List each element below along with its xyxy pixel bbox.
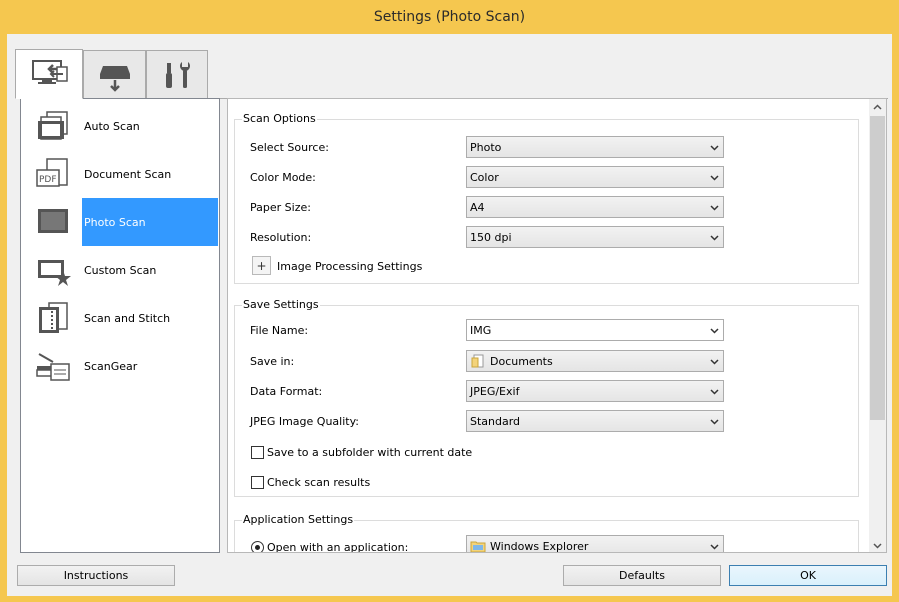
application-settings-group: Application Settings Open with an applic… <box>234 513 859 553</box>
select-source-dropdown[interactable]: Photo <box>466 136 724 158</box>
scanner-arrow-icon <box>99 66 130 92</box>
scroll-up-button[interactable] <box>869 99 886 116</box>
save-in-label: Save in: <box>250 354 295 368</box>
file-name-combo[interactable]: IMG <box>466 319 724 341</box>
subfolder-checkbox[interactable] <box>251 445 264 459</box>
save-in-dropdown[interactable]: Documents <box>466 350 724 372</box>
pdf-document-icon: PDF <box>36 158 68 187</box>
data-format-label: Data Format: <box>250 384 323 398</box>
image-processing-expand-button[interactable]: + <box>252 256 271 275</box>
svg-text:PDF: PDF <box>39 175 57 185</box>
sidebar-item-label: ScanGear <box>84 359 138 373</box>
tab-general-settings[interactable] <box>146 50 208 100</box>
subfolder-checkbox-row[interactable]: Save to a subfolder with current date <box>251 444 472 460</box>
sidebar-item-label: Auto Scan <box>84 119 140 133</box>
save-settings-title: Save Settings <box>242 298 320 311</box>
file-name-label: File Name: <box>250 323 309 337</box>
sidebar-item-custom-scan[interactable]: Custom Scan <box>21 246 219 294</box>
scanner-icon <box>36 353 70 381</box>
instructions-button[interactable]: Instructions <box>17 565 175 586</box>
scroll-down-button[interactable] <box>869 537 886 552</box>
check-results-checkbox-row[interactable]: Check scan results <box>251 474 370 490</box>
folder-icon <box>470 541 486 552</box>
sidebar-item-label: Scan and Stitch <box>84 311 171 325</box>
save-in-value: Documents <box>490 354 553 368</box>
scan-options-title: Scan Options <box>242 112 317 125</box>
paper-size-label: Paper Size: <box>250 200 311 214</box>
auto-scan-icon <box>38 111 68 140</box>
image-processing-label[interactable]: Image Processing Settings <box>277 255 422 277</box>
tab-scan-from-operation-panel[interactable] <box>83 50 146 100</box>
client-area: Auto Scan PDF Document Scan Photo Scan C… <box>7 34 892 596</box>
sidebar-item-scan-and-stitch[interactable]: Scan and Stitch <box>21 294 219 342</box>
color-mode-dropdown[interactable]: Color <box>466 166 724 188</box>
sidebar-item-scangear[interactable]: ScanGear <box>21 342 219 390</box>
resolution-value: 150 dpi <box>470 230 512 244</box>
sidebar-item-label: Photo Scan <box>82 198 218 246</box>
sidebar-item-photo-scan[interactable]: Photo Scan <box>21 198 219 246</box>
resolution-label: Resolution: <box>250 230 312 244</box>
sidebar-item-label: Custom Scan <box>84 263 157 277</box>
scrollbar-thumb[interactable] <box>870 116 885 420</box>
chevron-down-icon <box>710 359 719 365</box>
chevron-down-icon <box>710 175 719 181</box>
vertical-scrollbar[interactable] <box>869 99 886 552</box>
jpeg-quality-dropdown[interactable]: Standard <box>466 410 724 432</box>
documents-folder-icon <box>471 354 484 368</box>
save-settings-group: Save Settings File Name: IMG Save in: Do… <box>234 298 859 497</box>
chevron-up-icon <box>873 104 882 110</box>
paper-size-value: A4 <box>470 200 485 214</box>
ok-button[interactable]: OK <box>729 565 887 586</box>
file-name-value: IMG <box>470 323 492 337</box>
color-mode-label: Color Mode: <box>250 170 316 184</box>
jpeg-quality-label: JPEG Image Quality: <box>250 414 360 428</box>
chevron-down-icon <box>710 145 719 151</box>
scan-type-list: Auto Scan PDF Document Scan Photo Scan C… <box>20 98 220 553</box>
chevron-down-icon <box>710 389 719 395</box>
check-results-checkbox[interactable] <box>251 475 264 489</box>
resolution-dropdown[interactable]: 150 dpi <box>466 226 724 248</box>
tools-icon <box>166 62 190 88</box>
scan-options-group: Scan Options Select Source: Photo Color … <box>234 112 859 284</box>
application-settings-title: Application Settings <box>242 513 355 526</box>
defaults-button[interactable]: Defaults <box>563 565 721 586</box>
custom-scan-star-icon <box>38 260 71 286</box>
select-source-label: Select Source: <box>250 140 329 154</box>
data-format-dropdown[interactable]: JPEG/Exif <box>466 380 724 402</box>
jpeg-quality-value: Standard <box>470 414 521 428</box>
title-bar[interactable]: Settings (Photo Scan) <box>0 0 899 34</box>
subfolder-label: Save to a subfolder with current date <box>267 445 473 459</box>
select-source-value: Photo <box>470 140 502 154</box>
sidebar-item-auto-scan[interactable]: Auto Scan <box>21 102 219 150</box>
chevron-down-icon <box>710 419 719 425</box>
color-mode-value: Color <box>470 170 499 184</box>
chevron-down-icon <box>710 205 719 211</box>
computer-scan-icon <box>32 60 68 84</box>
tab-scan-from-computer[interactable] <box>15 49 83 99</box>
chevron-down-icon <box>710 235 719 241</box>
open-with-label: Open with an application: <box>267 540 409 553</box>
sidebar-item-document-scan[interactable]: PDF Document Scan <box>21 150 219 198</box>
stitch-icon <box>39 302 68 333</box>
data-format-value: JPEG/Exif <box>470 384 520 398</box>
photo-icon <box>38 209 68 233</box>
window-title: Settings (Photo Scan) <box>373 9 526 25</box>
check-results-label: Check scan results <box>267 475 371 489</box>
chevron-down-icon <box>710 328 719 334</box>
open-with-dropdown[interactable]: Windows Explorer <box>466 535 724 553</box>
open-with-value: Windows Explorer <box>490 539 589 553</box>
paper-size-dropdown[interactable]: A4 <box>466 196 724 218</box>
settings-window: Settings (Photo Scan) Auto Scan PDF Docu… <box>0 0 899 602</box>
settings-panel[interactable]: Scan Options Select Source: Photo Color … <box>227 98 887 553</box>
sidebar-item-label: Document Scan <box>84 167 172 181</box>
chevron-down-icon <box>710 544 719 550</box>
open-with-radio[interactable] <box>251 540 264 552</box>
chevron-down-icon <box>873 543 882 549</box>
open-with-radio-row[interactable]: Open with an application: <box>251 539 409 553</box>
